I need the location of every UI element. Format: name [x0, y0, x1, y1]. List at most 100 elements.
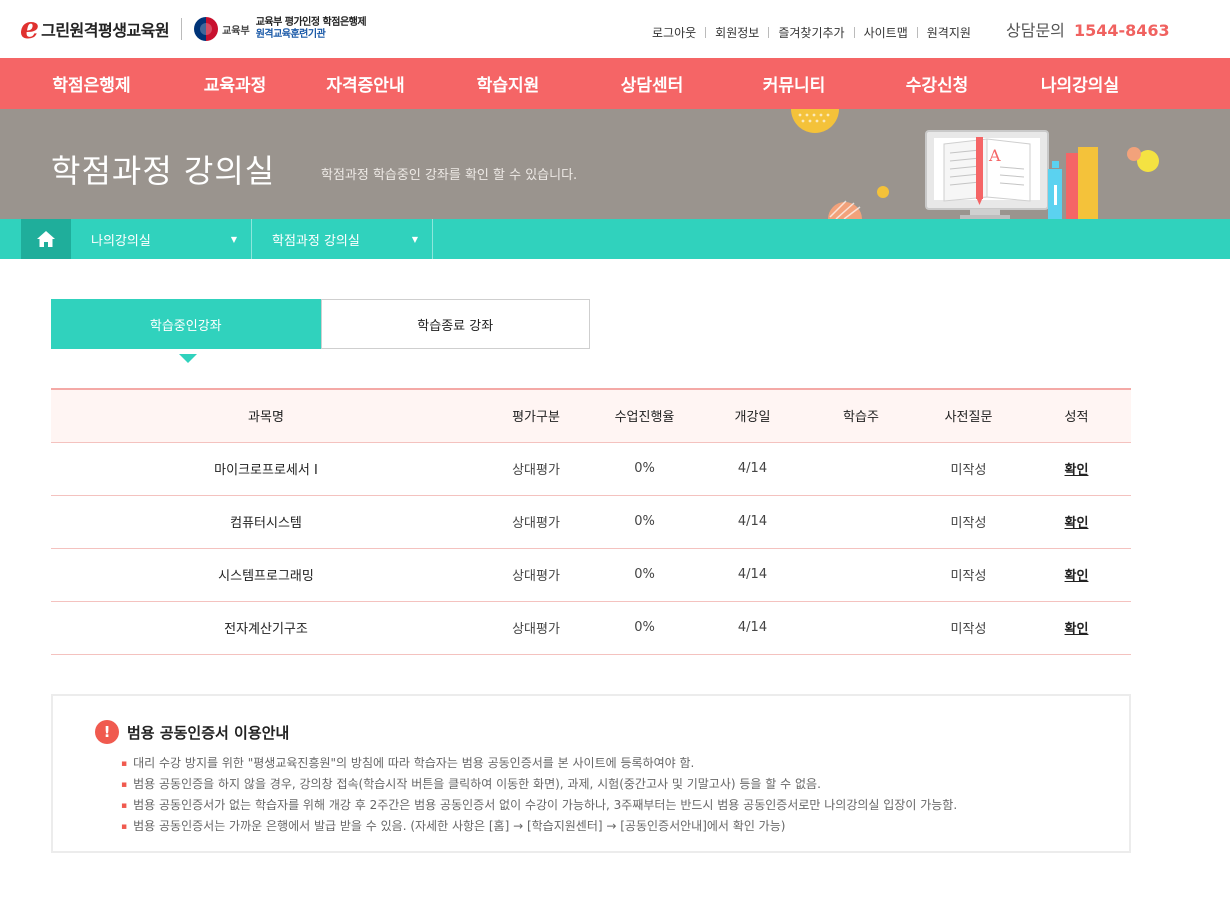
subject-name[interactable]: 마이크로프로세서 I [51, 442, 481, 496]
notice-item: 범용 공동인증서는 가까운 은행에서 발급 받을 수 있음. (자세한 사항은 … [121, 816, 957, 837]
study-week [807, 601, 915, 655]
col-progress: 수업진행율 [591, 388, 698, 443]
decor-bar [1078, 147, 1098, 219]
moe-description: 교육부 평가인정 학점은행제 원격교육훈련기관 [255, 17, 367, 41]
counsel-phone: 상담문의 1544-8463 [1006, 17, 1170, 41]
start-date: 4/14 [698, 548, 807, 602]
notice-list: 대리 수강 방지를 위한 "평생교육진흥원"의 방침에 따라 학습자는 범용 공… [121, 753, 957, 837]
progress-rate: 0% [591, 601, 698, 655]
member-info-link[interactable]: 회원정보 [715, 24, 759, 41]
grade-check-link[interactable]: 확인 [1065, 622, 1089, 637]
tab-completed[interactable]: 학습종료 강좌 [320, 299, 590, 349]
main-navigation: 학점은행제 교육과정 자격증안내 학습지원 상담센터 커뮤니티 수강신청 나의강… [0, 58, 1230, 109]
caret-down-icon: ▼ [411, 234, 418, 244]
col-evaluation: 평가구분 [481, 388, 591, 443]
pre-question-status: 미작성 [915, 495, 1022, 549]
col-study-week: 학습주 [807, 388, 915, 443]
course-tabs: 학습중인강좌 학습종료 강좌 [51, 299, 590, 349]
caret-down-icon: ▼ [230, 234, 237, 244]
start-date: 4/14 [698, 495, 807, 549]
decor-circle [1127, 147, 1141, 161]
counsel-number: 1544-8463 [1073, 21, 1170, 40]
col-pre-question: 사전질문 [915, 388, 1022, 443]
logo-text: 그린원격평생교육원 [41, 21, 170, 40]
util-divider [916, 27, 918, 38]
location-dropdown-2[interactable]: 학점과정 강의실 ▼ [252, 219, 433, 259]
nav-courses[interactable]: 교육과정 [183, 71, 287, 96]
util-divider [853, 27, 855, 38]
book-letter: A [988, 146, 1001, 165]
tab-in-progress[interactable]: 학습중인강좌 [51, 299, 321, 349]
evaluation-type: 상대평가 [481, 601, 591, 655]
decor-bar [1066, 153, 1078, 219]
grade-check-link[interactable]: 확인 [1065, 463, 1089, 478]
decor-circle [791, 109, 839, 133]
study-week [807, 442, 915, 496]
table-row: 시스템프로그래밍 상대평가 0% 4/14 미작성 확인 [51, 548, 1131, 602]
page-banner: 학점과정 강의실 학점과정 학습중인 강좌를 확인 할 수 있습니다. A [0, 109, 1230, 219]
course-table: 과목명 평가구분 수업진행율 개강일 학습주 사전질문 성적 마이크로프로세서 … [51, 388, 1131, 655]
subject-name[interactable]: 시스템프로그래밍 [51, 548, 481, 602]
notice-header: ! 범용 공동인증서 이용안내 [95, 720, 289, 744]
table-header-row: 과목명 평가구분 수업진행율 개강일 학습주 사전질문 성적 [51, 388, 1131, 443]
nav-counsel-center[interactable]: 상담센터 [572, 71, 732, 96]
nav-enrollment[interactable]: 수강신청 [856, 71, 1018, 96]
sitemap-link[interactable]: 사이트맵 [864, 24, 908, 41]
util-divider [705, 27, 707, 38]
decor-dot [877, 186, 889, 198]
banner-illustration: A [791, 109, 1159, 219]
nav-certificates[interactable]: 자격증안내 [287, 71, 444, 96]
location-label: 나의강의실 [91, 233, 151, 249]
home-button[interactable] [21, 219, 71, 259]
study-week [807, 495, 915, 549]
table-row: 마이크로프로세서 I 상대평가 0% 4/14 미작성 확인 [51, 442, 1131, 496]
notice-item: 범용 공동인증을 하지 않을 경우, 강의창 접속(학습시작 버튼을 클릭하여 … [121, 774, 957, 795]
start-date: 4/14 [698, 442, 807, 496]
nav-learning-support[interactable]: 학습지원 [444, 71, 572, 96]
grade-check-link[interactable]: 확인 [1065, 516, 1089, 531]
counsel-label: 상담문의 [1006, 21, 1065, 40]
pre-question-status: 미작성 [915, 601, 1022, 655]
site-logo[interactable]: e 그린원격평생교육원 교육부 교육부 평가인정 학점은행제 원격교육훈련기관 [20, 11, 367, 46]
logo-divider [181, 18, 183, 40]
evaluation-type: 상대평가 [481, 495, 591, 549]
notice-item: 범용 공동인증서가 없는 학습자를 위해 개강 후 2주간은 범용 공동인증서 … [121, 795, 957, 816]
progress-rate: 0% [591, 548, 698, 602]
add-favorite-link[interactable]: 즐겨찾기추가 [778, 24, 844, 41]
nav-community[interactable]: 커뮤니티 [732, 71, 856, 96]
active-tab-pointer [179, 354, 197, 363]
start-date: 4/14 [698, 601, 807, 655]
evaluation-type: 상대평가 [481, 442, 591, 496]
top-bar: e 그린원격평생교육원 교육부 교육부 평가인정 학점은행제 원격교육훈련기관 … [0, 0, 1230, 58]
remote-support-link[interactable]: 원격지원 [927, 24, 971, 41]
table-row: 전자계산기구조 상대평가 0% 4/14 미작성 확인 [51, 601, 1131, 655]
certificate-notice: ! 범용 공동인증서 이용안내 대리 수강 방지를 위한 "평생교육진흥원"의 … [51, 694, 1131, 853]
subject-name[interactable]: 컴퓨터시스템 [51, 495, 481, 549]
moe-badge: 교육부 교육부 평가인정 학점은행제 원격교육훈련기관 [194, 17, 367, 41]
moe-line-1: 교육부 평가인정 학점은행제 [255, 17, 367, 28]
grade-check-link[interactable]: 확인 [1065, 569, 1089, 584]
col-start-date: 개강일 [698, 388, 807, 443]
evaluation-type: 상대평가 [481, 548, 591, 602]
location-bar: 나의강의실 ▼ 학점과정 강의실 ▼ [0, 219, 1230, 259]
moe-name: 교육부 [222, 25, 250, 37]
subject-name[interactable]: 전자계산기구조 [51, 601, 481, 655]
table-row: 컴퓨터시스템 상대평가 0% 4/14 미작성 확인 [51, 495, 1131, 549]
progress-rate: 0% [591, 442, 698, 496]
alert-icon: ! [95, 720, 119, 744]
pre-question-status: 미작성 [915, 548, 1022, 602]
moe-line-2: 원격교육훈련기관 [255, 29, 326, 40]
col-subject: 과목명 [51, 388, 481, 443]
logo-mark: e [20, 11, 40, 46]
location-label: 학점과정 강의실 [272, 233, 360, 249]
utility-links: 로그아웃 회원정보 즐겨찾기추가 사이트맵 원격지원 [652, 24, 971, 41]
nav-credit-bank[interactable]: 학점은행제 [0, 71, 183, 96]
notice-title: 범용 공동인증서 이용안내 [127, 723, 290, 742]
util-divider [768, 27, 770, 38]
progress-rate: 0% [591, 495, 698, 549]
nav-my-classroom[interactable]: 나의강의실 [1018, 71, 1142, 96]
notice-item: 대리 수강 방지를 위한 "평생교육진흥원"의 방침에 따라 학습자는 범용 공… [121, 753, 957, 774]
location-dropdown-1[interactable]: 나의강의실 ▼ [71, 219, 252, 259]
home-icon [37, 231, 55, 247]
logout-link[interactable]: 로그아웃 [652, 24, 696, 41]
